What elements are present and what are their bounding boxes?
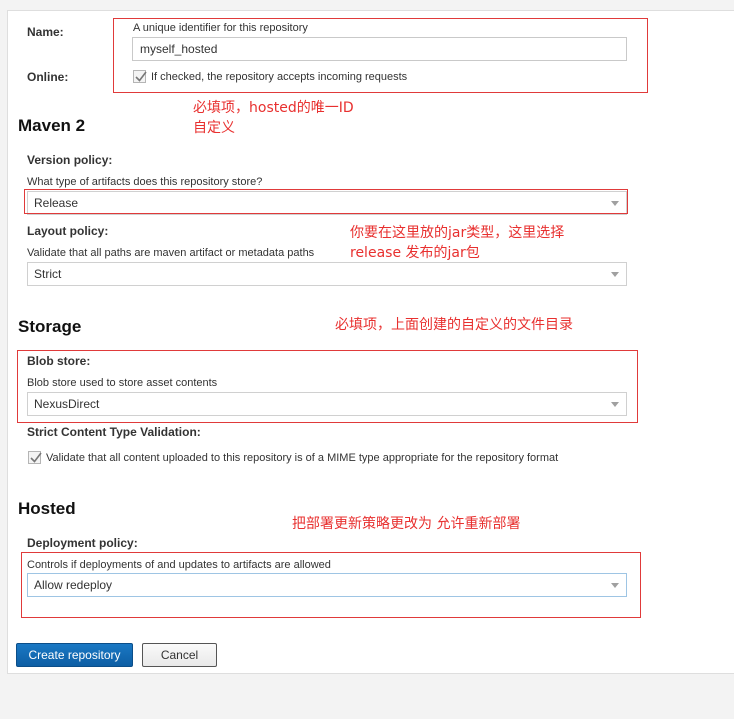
- version-annotation-line2: release 发布的jar包: [350, 245, 480, 261]
- online-label: Online:: [27, 70, 69, 84]
- name-highlight-box: [113, 18, 648, 93]
- strict-validation-description: Validate that all content uploaded to th…: [46, 452, 559, 464]
- section-title-hosted: Hosted: [18, 499, 76, 518]
- layout-policy-select[interactable]: Strict: [27, 262, 627, 286]
- name-annotation-line2: 自定义: [193, 120, 235, 136]
- section-title-maven2: Maven 2: [18, 116, 86, 135]
- version-policy-highlight-box: [24, 189, 628, 214]
- strict-validation-label: Strict Content Type Validation:: [27, 425, 201, 439]
- deployment-policy-highlight-box: [21, 552, 641, 618]
- name-label: Name:: [27, 25, 64, 39]
- version-policy-help: What type of artifacts does this reposit…: [27, 176, 263, 188]
- section-title-storage: Storage: [18, 317, 82, 336]
- layout-policy-value: Strict: [34, 267, 62, 281]
- name-annotation-line1: 必填项，hosted的唯一ID: [193, 100, 354, 116]
- deployment-policy-label: Deployment policy:: [27, 536, 138, 550]
- deploy-annotation: 把部署更新策略更改为 允许重新部署: [292, 516, 521, 532]
- chevron-down-icon: [611, 272, 619, 277]
- version-annotation-line1: 你要在这里放的jar类型，这里选择: [350, 225, 565, 241]
- layout-policy-help: Validate that all paths are maven artifa…: [27, 247, 315, 259]
- strict-validation-checkbox[interactable]: [28, 451, 42, 464]
- layout-policy-label: Layout policy:: [27, 224, 109, 238]
- version-policy-label: Version policy:: [27, 153, 113, 167]
- storage-annotation: 必填项，上面创建的自定义的文件目录: [335, 317, 573, 333]
- create-repository-button[interactable]: Create repository: [16, 643, 133, 667]
- checkmark-icon: [30, 452, 42, 463]
- cancel-button[interactable]: Cancel: [142, 643, 217, 667]
- blob-store-highlight-box: [17, 350, 638, 423]
